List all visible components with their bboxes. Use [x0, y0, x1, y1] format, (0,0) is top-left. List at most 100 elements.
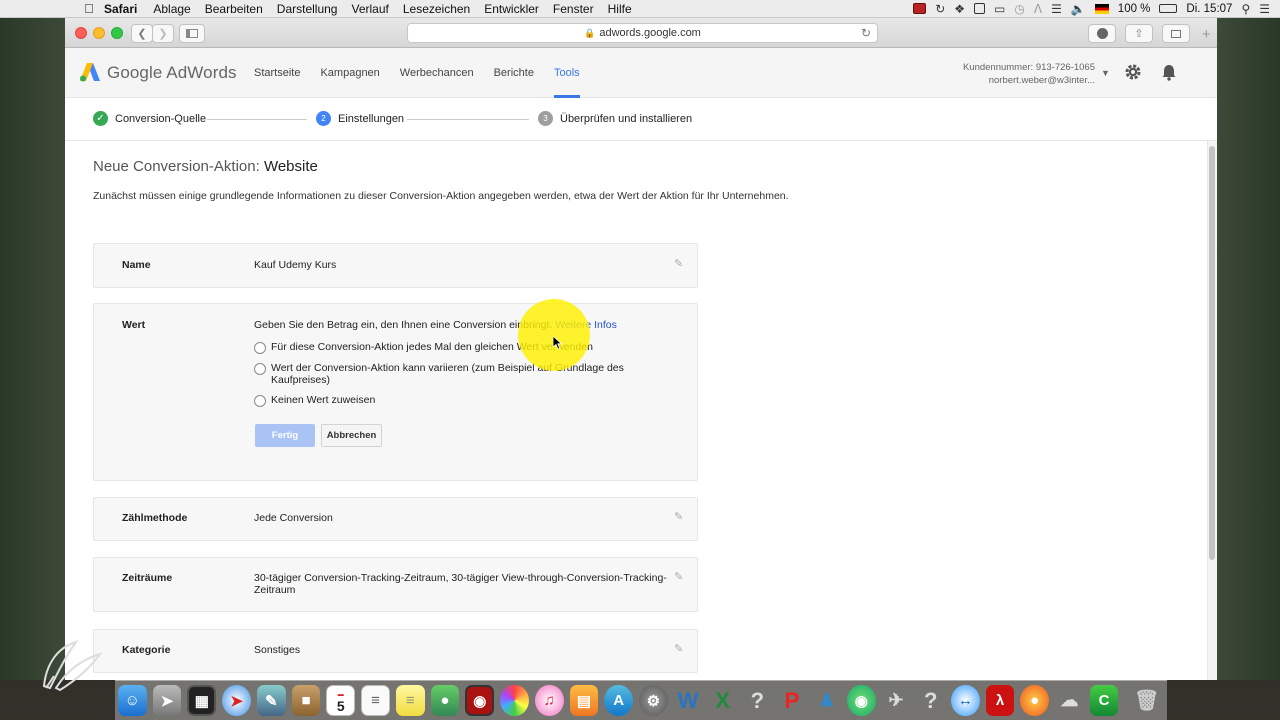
powerpoint-icon[interactable]: P — [778, 685, 807, 716]
lync-icon[interactable]: ♟ — [812, 685, 841, 716]
battery-percentage[interactable]: 100 % — [1118, 3, 1151, 15]
apple-menu-icon[interactable]:  — [74, 1, 104, 16]
radio-no-value[interactable]: Keinen Wert zuweisen — [254, 394, 375, 407]
dropbox-icon[interactable]: ❖ — [954, 2, 965, 16]
nav-tab-tools[interactable]: Tools — [553, 48, 580, 98]
adwords-logo-icon[interactable] — [79, 61, 101, 83]
pencil-icon[interactable]: ✎ — [674, 642, 683, 655]
recording-icon[interactable] — [913, 3, 927, 14]
acrobat-icon[interactable]: λ — [985, 685, 1015, 716]
chevron-down-icon[interactable]: ▼ — [1101, 68, 1110, 78]
forward-button[interactable]: ❯ — [152, 24, 174, 43]
reminders-icon[interactable]: ≡ — [361, 685, 390, 716]
downloads-button[interactable] — [1088, 24, 1116, 43]
messages-icon[interactable]: ● — [430, 685, 460, 716]
card-time-windows[interactable]: Zeiträume 30-tägiger Conversion-Tracking… — [93, 557, 698, 612]
itunes-icon[interactable]: ♫ — [534, 685, 564, 716]
menu-fenster[interactable]: Fenster — [553, 2, 594, 16]
step-settings[interactable]: 2 Einstellungen — [316, 111, 404, 126]
clipboard-icon[interactable] — [974, 3, 986, 14]
unknown-app-icon-2[interactable]: ? — [916, 685, 945, 716]
migration-assistant-icon[interactable]: ✈ — [882, 685, 911, 716]
card-name[interactable]: Name Kauf Udemy Kurs ✎ — [93, 243, 698, 288]
window-close-button[interactable] — [75, 27, 87, 39]
gear-icon[interactable] — [1123, 62, 1143, 82]
bluetooth-icon[interactable]: ᐱ — [1034, 2, 1042, 16]
window-minimize-button[interactable] — [93, 27, 105, 39]
menu-hilfe[interactable]: Hilfe — [608, 2, 632, 16]
preview-icon[interactable]: ✎ — [256, 685, 286, 716]
calendar-icon[interactable]: ▬ 5 — [326, 685, 356, 716]
nav-tab-startseite[interactable]: Startseite — [254, 48, 300, 98]
menu-lesezeichen[interactable]: Lesezeichen — [403, 2, 470, 16]
scrollbar-thumb[interactable] — [1209, 146, 1215, 560]
tabs-overview-button[interactable] — [1162, 24, 1190, 43]
refresh-status-icon[interactable]: ↻ — [935, 2, 945, 16]
adwords-brand[interactable]: Google AdWords — [107, 63, 237, 83]
menu-app-safari[interactable]: Safari — [104, 2, 137, 16]
unknown-app-icon[interactable]: ? — [743, 685, 772, 716]
nav-tab-berichte[interactable]: Berichte — [494, 48, 534, 98]
menu-ablage[interactable]: Ablage — [153, 2, 190, 16]
menu-darstellung[interactable]: Darstellung — [277, 2, 338, 16]
window-maximize-button[interactable] — [111, 27, 123, 39]
finder-icon[interactable]: ☺ — [118, 685, 147, 716]
airplay-icon[interactable]: ▭ — [994, 2, 1005, 16]
card-label: Kategorie — [122, 644, 171, 656]
app-store-icon[interactable]: A — [604, 685, 633, 716]
volume-icon[interactable]: 🔈 — [1071, 2, 1086, 16]
safari-icon[interactable]: ➤ — [222, 685, 251, 716]
photos-icon[interactable] — [500, 685, 529, 716]
word-icon[interactable]: W — [674, 685, 703, 716]
reload-icon[interactable]: ↻ — [861, 26, 871, 40]
pencil-icon[interactable]: ✎ — [674, 510, 683, 523]
firefox-icon[interactable]: ● — [1020, 685, 1050, 716]
keyboard-layout-flag-icon[interactable] — [1094, 3, 1109, 14]
step-conversion-source[interactable]: ✓ Conversion-Quelle — [93, 111, 206, 126]
bell-icon[interactable] — [1159, 62, 1179, 82]
done-button[interactable]: Fertig — [255, 424, 315, 447]
step-number: 2 — [316, 111, 331, 126]
radio-button[interactable] — [254, 362, 266, 375]
time-machine-icon[interactable]: ◷ — [1014, 2, 1024, 16]
pencil-icon[interactable]: ✎ — [674, 257, 683, 270]
address-bar[interactable]: 🔒 adwords.google.com ↻ — [407, 23, 878, 43]
pencil-icon[interactable]: ✎ — [674, 570, 683, 583]
launchpad-icon[interactable]: ➤ — [152, 685, 182, 716]
trash-icon[interactable]: 🗑 — [1132, 685, 1161, 716]
notification-center-icon[interactable]: ☰ — [1259, 2, 1270, 16]
share-button[interactable]: ⇧ — [1125, 24, 1153, 43]
radio-button[interactable] — [254, 394, 266, 407]
spotlight-search-icon[interactable]: ⚲ — [1241, 2, 1250, 16]
globe-icon[interactable]: ◉ — [846, 685, 876, 716]
photo-booth-icon[interactable]: ◉ — [465, 685, 495, 716]
menu-verlauf[interactable]: Verlauf — [351, 2, 388, 16]
new-tab-icon[interactable]: + — [1202, 26, 1211, 43]
notification-app-icon[interactable]: ☁ — [1055, 685, 1084, 716]
battery-icon[interactable] — [1159, 4, 1178, 13]
teamviewer-icon[interactable]: ↔ — [951, 685, 980, 716]
radio-button[interactable] — [254, 341, 266, 354]
back-button[interactable]: ❮ — [131, 24, 153, 43]
excel-icon[interactable]: X — [708, 685, 737, 716]
card-count-method[interactable]: Zählmethode Jede Conversion ✎ — [93, 497, 698, 541]
menu-clock[interactable]: Di. 15:07 — [1186, 3, 1232, 15]
notes-icon[interactable]: ≡ — [395, 685, 425, 716]
account-info[interactable]: Kundennummer: 913-726-1065 norbert.weber… — [925, 61, 1095, 87]
menu-bearbeiten[interactable]: Bearbeiten — [205, 2, 263, 16]
sidebar-toggle-button[interactable] — [179, 24, 205, 43]
cursor-highlight — [518, 299, 590, 371]
camtasia-icon[interactable]: C — [1089, 685, 1119, 716]
contacts-icon[interactable]: ■ — [291, 685, 321, 716]
card-category[interactable]: Kategorie Sonstiges ✎ — [93, 629, 698, 673]
ibooks-icon[interactable]: ▤ — [569, 685, 599, 716]
cancel-button[interactable]: Abbrechen — [321, 424, 382, 447]
system-preferences-icon[interactable]: ⚙ — [638, 685, 668, 716]
desktop-left — [0, 18, 65, 680]
menu-entwickler[interactable]: Entwickler — [484, 2, 539, 16]
nav-tab-werbechancen[interactable]: Werbechancen — [400, 48, 474, 98]
wifi-icon[interactable]: ☰ — [1051, 2, 1062, 16]
step-review-install[interactable]: 3 Überprüfen und installieren — [538, 111, 692, 126]
mission-control-icon[interactable]: ▦ — [187, 685, 217, 716]
nav-tab-kampagnen[interactable]: Kampagnen — [320, 48, 379, 98]
